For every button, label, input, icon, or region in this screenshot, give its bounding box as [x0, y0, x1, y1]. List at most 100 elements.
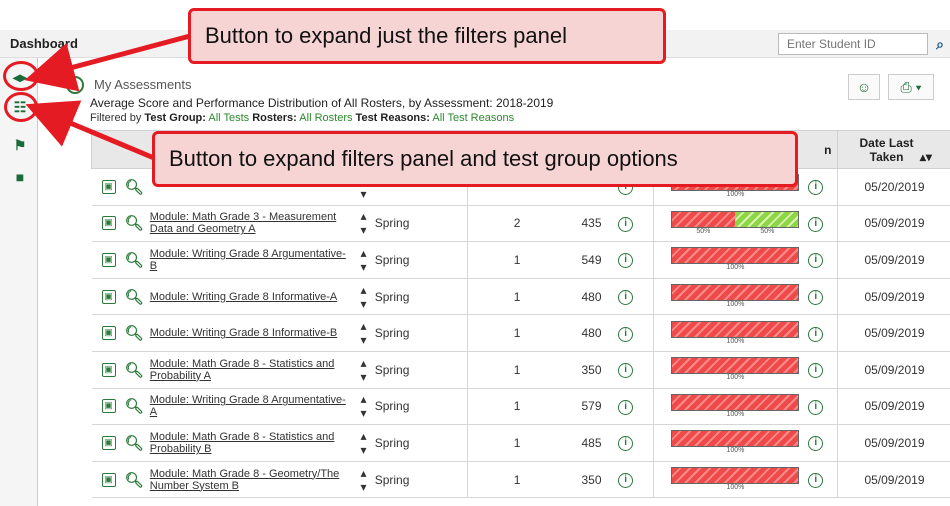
bar-percent-labels: 100%: [671, 264, 799, 272]
sort-arrows-icon[interactable]: ▴▾: [360, 429, 366, 457]
report-icon[interactable]: ▣: [101, 362, 116, 377]
magnify-icon[interactable]: 🔍︎: [125, 471, 144, 489]
bar-segment-red: [672, 285, 799, 301]
magnify-icon[interactable]: 🔍︎: [125, 251, 144, 269]
magnify-icon[interactable]: 🔍︎: [125, 324, 144, 342]
callout-expand-filters-test-group: Button to expand filters panel and test …: [152, 131, 798, 187]
date-cell: 05/09/2019: [837, 350, 950, 389]
info-icon[interactable]: i: [808, 253, 824, 269]
info-icon[interactable]: i: [618, 436, 634, 452]
report-icon[interactable]: ▣: [101, 399, 116, 414]
date-header[interactable]: Date Last Taken ▴▾: [837, 130, 950, 169]
assessment-link[interactable]: Module: Math Grade 8 - Statistics and Pr…: [150, 358, 335, 382]
score-cell: 350: [565, 460, 618, 499]
student-id-input[interactable]: [778, 33, 928, 55]
sort-arrows-icon[interactable]: ▴▾: [360, 283, 366, 311]
search-icon[interactable]: ⌕: [930, 33, 950, 55]
sort-arrows-icon[interactable]: ▴▾: [360, 392, 366, 420]
report-icon[interactable]: ▣: [101, 289, 116, 304]
info-icon[interactable]: i: [808, 326, 824, 342]
report-icon[interactable]: ▣: [101, 326, 116, 341]
bar-segment-red: [672, 394, 799, 410]
date-cell: 05/09/2019: [837, 204, 950, 243]
info-icon[interactable]: i: [618, 363, 634, 379]
performance-bar: [671, 284, 800, 302]
distribution-header[interactable]: n: [807, 130, 839, 169]
assessment-link[interactable]: Module: Math Grade 8 - Statistics and Pr…: [150, 431, 335, 455]
bar-percent-label: 100%: [726, 410, 745, 418]
administration-cell: Spring: [373, 204, 469, 243]
sort-arrows-icon[interactable]: ▴▾: [360, 466, 366, 494]
administration-cell: Spring: [373, 241, 469, 279]
bar-segment-red: [672, 321, 799, 337]
table-row: ▣ 🔍︎ Module: Writing Grade 8 Informative-A…: [91, 277, 950, 316]
table-row: ▣ 🔍︎ Module: Math Grade 8 - Statistics and…: [91, 350, 950, 389]
sort-arrows-icon[interactable]: ▴▾: [360, 209, 366, 237]
assessment-link[interactable]: Module: Writing Grade 8 Informative-A: [150, 291, 337, 303]
magnify-icon[interactable]: 🔍︎: [125, 178, 144, 196]
info-icon[interactable]: i: [808, 180, 824, 196]
students-cell: 1: [467, 350, 566, 389]
collapse-section-icon[interactable]: ⌄: [66, 76, 84, 94]
sort-icon[interactable]: ▴▾: [920, 150, 932, 164]
bar-segment-green: [735, 211, 799, 227]
sort-arrows-icon[interactable]: ▴▾: [360, 246, 366, 274]
assessment-link[interactable]: Module: Math Grade 3 - Measurement Data …: [150, 211, 336, 235]
report-icon[interactable]: ▣: [101, 472, 116, 487]
report-icon[interactable]: ▣: [101, 252, 116, 267]
info-icon[interactable]: i: [618, 290, 634, 306]
score-cell: 480: [565, 277, 618, 316]
bar-percent-labels: 100%: [671, 447, 799, 455]
classroom-icon[interactable]: ⚑: [9, 134, 31, 156]
administration-cell: Spring: [373, 277, 469, 316]
performance-bar: [671, 393, 800, 411]
page-title: Dashboard: [10, 36, 78, 51]
performance-bar: [671, 467, 800, 485]
assessment-link[interactable]: Module: Writing Grade 8 Argumentative-A: [150, 394, 346, 418]
info-icon[interactable]: i: [808, 436, 824, 452]
bar-segment-red: [672, 468, 799, 484]
date-cell: 05/09/2019: [837, 387, 950, 426]
info-icon[interactable]: i: [808, 290, 824, 306]
bar-segment-red: [672, 358, 799, 374]
roster-button[interactable]: ☺: [848, 74, 880, 100]
report-icon[interactable]: ▣: [101, 179, 116, 194]
distribution-cell: 100%: [653, 460, 808, 499]
print-button[interactable]: ⎙ ▾: [888, 74, 934, 100]
magnify-icon[interactable]: 🔍︎: [125, 214, 144, 232]
bar-percent-label: 50%: [760, 227, 775, 235]
distribution-cell: 50% 50%: [653, 204, 808, 243]
info-icon[interactable]: i: [618, 473, 634, 489]
bar-percent-labels: 100%: [671, 338, 799, 346]
score-cell: 435: [565, 204, 618, 243]
magnify-icon[interactable]: 🔍︎: [125, 361, 144, 379]
report-icon[interactable]: ▣: [101, 216, 116, 231]
note-icon[interactable]: ■: [9, 166, 31, 188]
assessment-link[interactable]: Module: Writing Grade 8 Argumentative-B: [150, 248, 346, 272]
sort-arrows-icon[interactable]: ▴▾: [360, 319, 366, 347]
assessment-link[interactable]: Module: Writing Grade 8 Informative-B: [150, 327, 337, 339]
info-icon[interactable]: i: [808, 473, 824, 489]
info-icon[interactable]: i: [618, 253, 634, 269]
assessment-link[interactable]: Module: Math Grade 8 - Geometry/The Numb…: [150, 468, 340, 492]
distribution-cell: 100%: [653, 350, 808, 389]
distribution-cell: 100%: [653, 277, 808, 316]
magnify-icon[interactable]: 🔍︎: [125, 434, 144, 452]
info-icon[interactable]: i: [618, 399, 634, 415]
highlight-ring-filters: [3, 61, 39, 91]
info-icon[interactable]: i: [618, 326, 634, 342]
info-icon[interactable]: i: [808, 363, 824, 379]
info-icon[interactable]: i: [808, 216, 824, 232]
magnify-icon[interactable]: 🔍︎: [125, 288, 144, 306]
info-icon[interactable]: i: [808, 399, 824, 415]
magnify-icon[interactable]: 🔍︎: [125, 397, 144, 415]
report-icon[interactable]: ▣: [101, 435, 116, 450]
date-cell: 05/09/2019: [837, 241, 950, 279]
score-cell: 549: [565, 241, 618, 279]
score-cell: 480: [565, 314, 618, 352]
sort-arrows-icon[interactable]: ▴▾: [360, 356, 366, 384]
table-row: ▣ 🔍︎ Module: Math Grade 3 - Measurement Da…: [91, 204, 950, 243]
info-icon[interactable]: i: [618, 216, 634, 232]
distribution-cell: 100%: [653, 424, 808, 462]
bar-percent-labels: 100%: [671, 191, 799, 199]
